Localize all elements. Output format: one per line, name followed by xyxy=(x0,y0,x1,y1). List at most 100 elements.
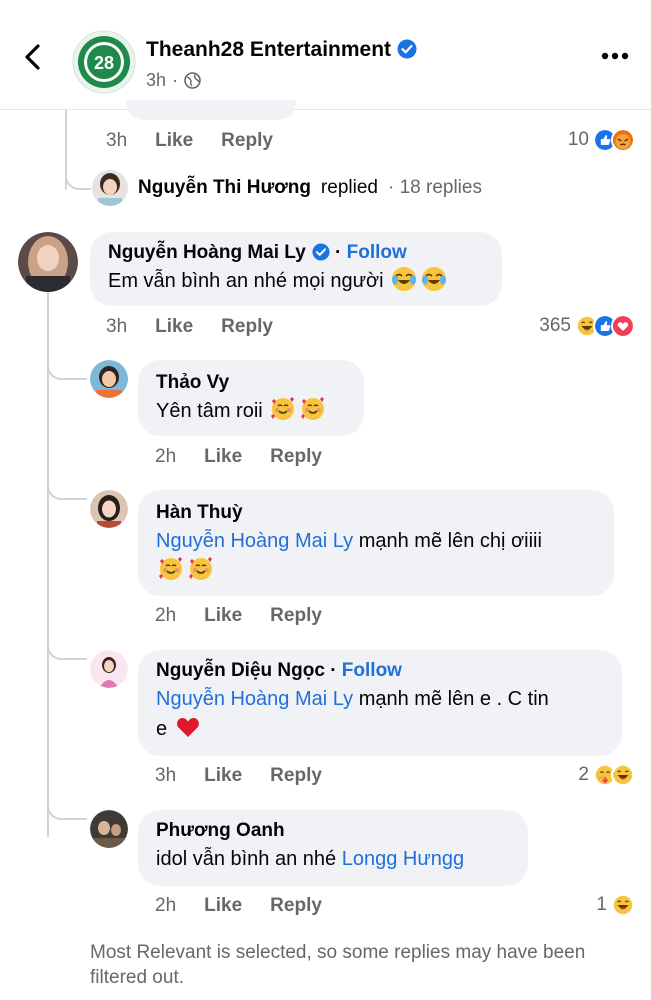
separator-dot: · xyxy=(335,242,342,263)
reply-button[interactable]: Reply xyxy=(221,316,273,338)
smiling-hearts-emoji xyxy=(300,396,326,421)
laughing-tears-emoji xyxy=(391,266,417,292)
reply-button[interactable]: Reply xyxy=(270,765,322,787)
comment-actions: 2h Like Reply xyxy=(155,446,322,468)
comment-text-line1: mạnh mẽ lên e . C tin xyxy=(358,688,549,710)
like-button[interactable]: Like xyxy=(204,765,242,787)
comment-time[interactable]: 3h xyxy=(155,765,176,787)
like-button[interactable]: Like xyxy=(204,605,242,627)
mention-link[interactable]: Nguyễn Hoàng Mai Ly xyxy=(156,688,353,710)
reaction-count: 10 xyxy=(567,129,589,150)
page-avatar-text: 28 xyxy=(94,53,114,73)
post-time[interactable]: 3h xyxy=(146,70,166,91)
comment-actions: 2h Like Reply xyxy=(155,605,322,627)
comment-text-content: mạnh mẽ lên chị ơiiii xyxy=(358,530,542,552)
comment-text: idol vẫn bình an nhé Longg Hưngg xyxy=(156,844,510,874)
previous-comment-bubble xyxy=(126,100,296,120)
more-icon[interactable] xyxy=(601,52,629,60)
reaction-summary[interactable]: 365 xyxy=(539,314,635,338)
comment-author[interactable]: Thảo Vy xyxy=(156,372,346,394)
page-avatar[interactable]: 28 xyxy=(72,30,136,94)
haha-reaction-icon xyxy=(611,893,635,917)
comment-author[interactable]: Nguyễn Hoàng Mai Ly · Follow xyxy=(108,242,484,264)
comment-time[interactable]: 3h xyxy=(106,130,127,152)
comment-bubble: Hàn Thuỳ Nguyễn Hoàng Mai Ly mạnh mẽ lên… xyxy=(138,490,614,596)
author-name[interactable]: Hàn Thuỳ xyxy=(156,502,243,523)
comment-author[interactable]: Phương Oanh xyxy=(156,820,510,842)
comment-author[interactable]: Nguyễn Diệu Ngọc · Follow xyxy=(156,660,604,682)
reaction-count: 365 xyxy=(539,315,571,336)
mention-link[interactable]: Longg Hưngg xyxy=(342,848,464,870)
comment-text: Em vẫn bình an nhé mọi người xyxy=(108,266,484,296)
reaction-count: 2 xyxy=(578,764,589,785)
replied-word: replied xyxy=(320,177,378,198)
thread-curve xyxy=(47,640,87,660)
comment-author[interactable]: Hàn Thuỳ xyxy=(156,502,596,524)
avatar[interactable] xyxy=(92,170,128,206)
reaction-count: 1 xyxy=(596,894,607,915)
laughing-tears-emoji xyxy=(421,266,447,292)
avatar[interactable] xyxy=(18,232,78,292)
author-name[interactable]: Thảo Vy xyxy=(156,372,229,393)
reaction-summary[interactable]: 2 xyxy=(578,763,635,787)
avatar[interactable] xyxy=(90,360,128,398)
author-name[interactable]: Nguyễn Diệu Ngọc xyxy=(156,660,325,681)
like-button[interactable]: Like xyxy=(204,446,242,468)
comment-bubble: Phương Oanh idol vẫn bình an nhé Longg H… xyxy=(138,810,528,886)
like-button[interactable]: Like xyxy=(204,895,242,917)
comment-actions: 3h Like Reply xyxy=(155,765,322,787)
page-name[interactable]: Theanh28 Entertainment xyxy=(146,38,417,62)
follow-button[interactable]: Follow xyxy=(342,660,402,681)
comment-time[interactable]: 3h xyxy=(106,316,127,338)
red-heart-emoji xyxy=(176,718,199,737)
separator-dot: · xyxy=(330,660,337,681)
thread-curve xyxy=(47,800,87,820)
reply-button[interactable]: Reply xyxy=(221,130,273,152)
replier-name[interactable]: Nguyễn Thi Hương xyxy=(138,177,311,199)
reply-button[interactable]: Reply xyxy=(270,446,322,468)
author-name[interactable]: Nguyễn Hoàng Mai Ly xyxy=(108,242,306,263)
author-name[interactable]: Phương Oanh xyxy=(156,820,285,841)
comment-text-content: idol vẫn bình an nhé xyxy=(156,848,337,870)
comment-time[interactable]: 2h xyxy=(155,605,176,627)
comment-time[interactable]: 2h xyxy=(155,446,176,468)
reaction-summary[interactable]: 10 xyxy=(568,128,635,152)
reaction-summary[interactable]: 1 xyxy=(596,893,635,917)
back-arrow-icon[interactable] xyxy=(18,42,48,72)
comment-time[interactable]: 2h xyxy=(155,895,176,917)
comment-bubble: Thảo Vy Yên tâm roii xyxy=(138,360,364,436)
comment-actions: 2h Like Reply xyxy=(155,895,322,917)
meta-separator: · xyxy=(172,70,179,90)
reply-count[interactable]: · 18 replies xyxy=(388,177,482,199)
verified-badge-icon xyxy=(397,39,417,59)
smiling-hearts-emoji xyxy=(188,556,213,581)
follow-button[interactable]: Follow xyxy=(347,242,407,263)
comment-text: Yên tâm roii xyxy=(156,396,346,426)
replied-summary[interactable]: Nguyễn Thi Hương replied · 18 replies xyxy=(92,170,482,206)
comment-text-content: Yên tâm roii xyxy=(156,400,263,422)
comment-text: Nguyễn Hoàng Mai Ly mạnh mẽ lên chị ơiii… xyxy=(156,526,596,586)
haha-reaction-icon xyxy=(611,763,635,787)
angry-reaction-icon xyxy=(611,128,635,152)
reply-button[interactable]: Reply xyxy=(270,895,322,917)
thread-curve xyxy=(47,480,87,500)
verified-badge-icon xyxy=(312,243,330,261)
avatar[interactable] xyxy=(90,810,128,848)
smiling-hearts-emoji xyxy=(270,396,296,421)
avatar[interactable] xyxy=(90,650,128,688)
comment-bubble: Nguyễn Diệu Ngọc · Follow Nguyễn Hoàng M… xyxy=(138,650,622,756)
comment-bubble: Nguyễn Hoàng Mai Ly · Follow Em vẫn bình… xyxy=(90,232,502,306)
reply-button[interactable]: Reply xyxy=(270,605,322,627)
comment-actions: 3h Like Reply xyxy=(106,316,273,338)
thread-curve xyxy=(65,170,91,190)
mention-link[interactable]: Nguyễn Hoàng Mai Ly xyxy=(156,530,353,552)
like-button[interactable]: Like xyxy=(155,130,193,152)
avatar[interactable] xyxy=(90,490,128,528)
like-button[interactable]: Like xyxy=(155,316,193,338)
post-header: 28 Theanh28 Entertainment 3h · xyxy=(0,0,651,110)
page-name-text[interactable]: Theanh28 Entertainment xyxy=(146,38,391,61)
post-meta: 3h · xyxy=(146,70,201,91)
globe-icon xyxy=(184,72,201,89)
comment-text-content: Em vẫn bình an nhé mọi người xyxy=(108,270,384,292)
comment-text-line2: e xyxy=(156,718,168,740)
